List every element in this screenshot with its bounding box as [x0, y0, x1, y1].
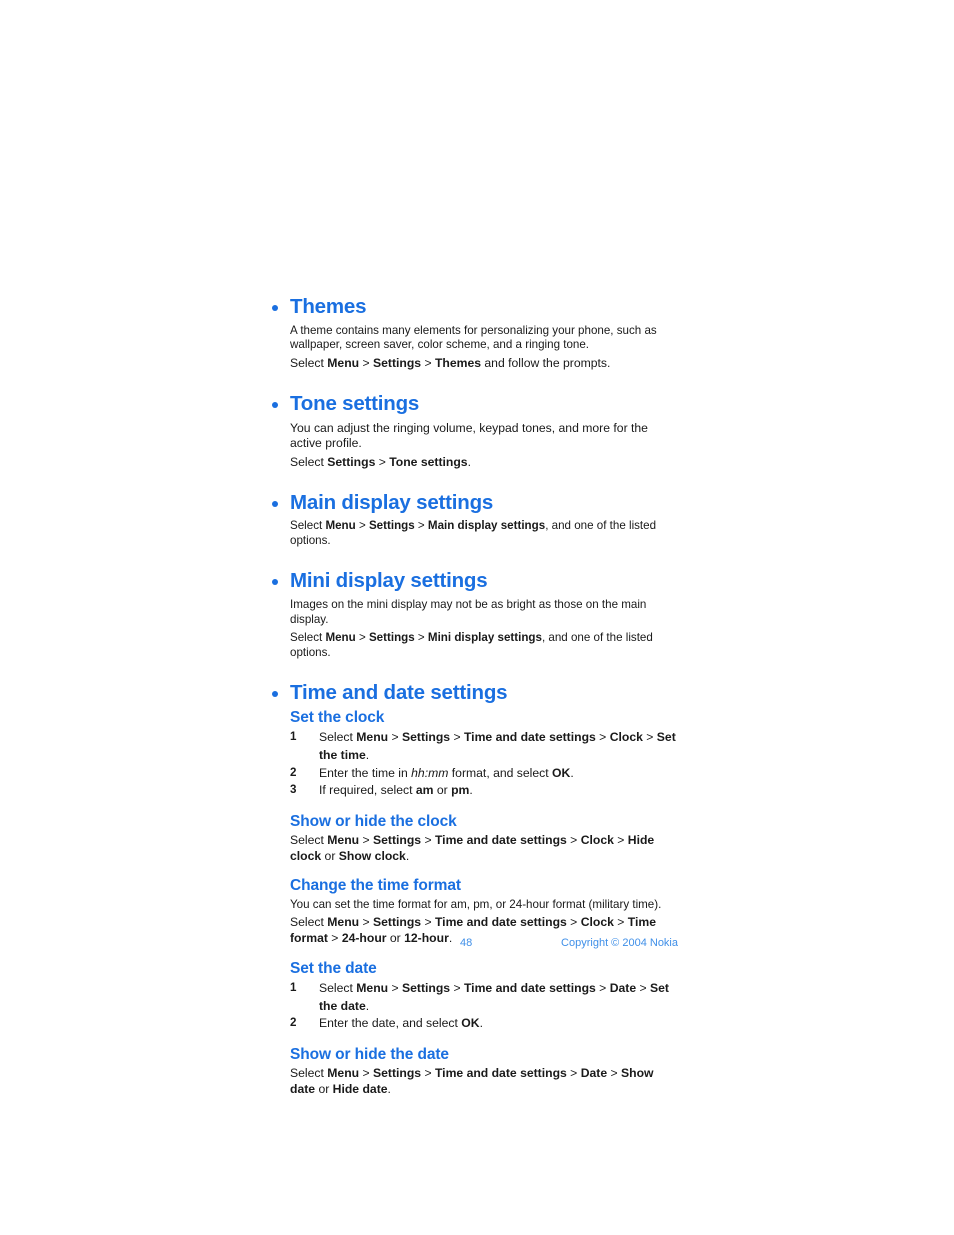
subsection-heading-set-the-clock: Set the clock: [290, 709, 385, 727]
copyright-notice: Copyright © 2004 Nokia: [561, 937, 678, 949]
time-and-date-settings-term: Time and date settings: [463, 730, 596, 745]
menu-term: Menu: [327, 356, 360, 371]
manual-page: Themes A theme contains many elements fo…: [0, 0, 954, 1235]
show-clock-term: Show clock: [338, 848, 406, 863]
time-and-date-settings-term: Time and date settings: [434, 915, 567, 930]
menu-term: Menu: [327, 1066, 360, 1081]
section-title-text: Tone settings: [290, 392, 420, 416]
settings-term: Settings: [368, 630, 415, 644]
section-heading-time-and-date-settings: Time and date settings: [268, 680, 678, 704]
settings-term: Settings: [372, 832, 422, 847]
subsection-heading-show-or-hide-the-clock: Show or hide the clock: [290, 812, 457, 830]
themes-term: Themes: [434, 356, 482, 371]
step-number: 2: [290, 765, 297, 779]
clock-term: Clock: [580, 915, 614, 930]
date-term: Date: [580, 1066, 608, 1081]
am-term: am: [415, 783, 434, 798]
tone-settings-instruction: Select Settings > Tone settings.: [290, 455, 471, 470]
step-number: 1: [290, 980, 297, 994]
section-title-text: Mini display settings: [290, 569, 488, 593]
subsection-heading-change-the-time-format: Change the time format: [290, 877, 461, 895]
settings-term: Settings: [372, 915, 422, 930]
themes-description-text: A theme contains many elements for perso…: [290, 323, 657, 352]
settings-term: Settings: [401, 730, 451, 745]
settings-term: Settings: [372, 356, 422, 371]
bullet-icon: [272, 579, 278, 586]
set-the-clock-steps: 1 Select Menu > Settings > Time and date …: [268, 729, 678, 800]
clock-term: Clock: [609, 730, 643, 745]
menu-term: Menu: [325, 630, 356, 644]
menu-term: Menu: [356, 730, 389, 745]
section-title-text: Time and date settings: [290, 680, 508, 704]
step-number: 2: [290, 1016, 297, 1030]
settings-term: Settings: [401, 980, 451, 995]
bullet-icon: [272, 305, 278, 311]
time-and-date-settings-term: Time and date settings: [434, 1066, 567, 1081]
clock-term: Clock: [580, 832, 614, 847]
settings-term: Settings: [372, 1066, 422, 1081]
bullet-icon: [272, 402, 278, 409]
menu-term: Menu: [325, 519, 356, 533]
themes-instruction: Select Menu > Settings > Themes and foll…: [290, 356, 611, 371]
subsection-heading-show-or-hide-the-date: Show or hide the date: [290, 1046, 449, 1064]
section-heading-tone-settings: Tone settings: [268, 393, 678, 415]
menu-term: Menu: [356, 980, 389, 995]
settings-term: Settings: [327, 455, 376, 470]
show-or-hide-date-instruction: Select Menu > Settings > Time and date s…: [290, 1066, 654, 1096]
mini-display-instruction: Select Menu > Settings > Mini display se…: [290, 630, 653, 659]
bullet-icon: [272, 500, 278, 507]
change-time-format-description: You can set the time format for am, pm, …: [290, 897, 662, 911]
page-content: Themes A theme contains many elements fo…: [268, 296, 678, 1098]
themes-description: A theme contains many elements for perso…: [268, 324, 678, 354]
mini-display-settings-term: Mini display settings: [427, 630, 542, 644]
bullet-icon: [272, 690, 278, 697]
date-term: Date: [609, 980, 637, 995]
menu-term: Menu: [327, 832, 360, 847]
menu-term: Menu: [327, 915, 360, 930]
hide-date-term: Hide date: [332, 1081, 388, 1096]
page-footer: 48 Copyright © 2004 Nokia: [268, 937, 678, 953]
time-and-date-settings-term: Time and date settings: [434, 832, 567, 847]
step-number: 3: [290, 783, 297, 797]
section-heading-mini-display-settings: Mini display settings: [268, 570, 678, 592]
show-or-hide-clock-instruction: Select Menu > Settings > Time and date s…: [290, 832, 655, 863]
step-number: 1: [290, 730, 297, 744]
ok-term: OK: [461, 1016, 480, 1031]
tone-settings-term: Tone settings: [389, 455, 468, 470]
time-and-date-settings-term: Time and date settings: [463, 980, 596, 995]
list-item: 2 Enter the date, and select OK.: [290, 1016, 483, 1031]
list-item: 1 Select Menu > Settings > Time and date …: [290, 730, 676, 762]
main-display-settings-term: Main display settings: [427, 519, 546, 533]
ok-term: OK: [552, 765, 571, 780]
section-title-text: Main display settings: [290, 490, 494, 514]
time-format-placeholder: hh:mm: [411, 765, 449, 780]
section-title-text: Themes: [290, 295, 367, 318]
set-the-date-steps: 1 Select Menu > Settings > Time and date …: [268, 980, 678, 1033]
mini-display-description: Images on the mini display may not be as…: [290, 597, 647, 626]
page-number: 48: [460, 937, 473, 949]
section-heading-themes: Themes: [268, 296, 678, 318]
section-heading-main-display-settings: Main display settings: [268, 492, 678, 514]
list-item: 1 Select Menu > Settings > Time and date …: [290, 980, 669, 1013]
tone-settings-description: You can adjust the ringing volume, keypa…: [290, 420, 648, 451]
pm-term: pm: [451, 783, 470, 798]
list-item: 3 If required, select am or pm.: [290, 783, 473, 798]
settings-term: Settings: [368, 519, 415, 533]
subsection-heading-set-the-date: Set the date: [290, 959, 377, 977]
main-display-instruction: Select Menu > Settings > Main display se…: [290, 519, 657, 548]
list-item: 2 Enter the time in hh:mm format, and sel…: [290, 765, 574, 780]
